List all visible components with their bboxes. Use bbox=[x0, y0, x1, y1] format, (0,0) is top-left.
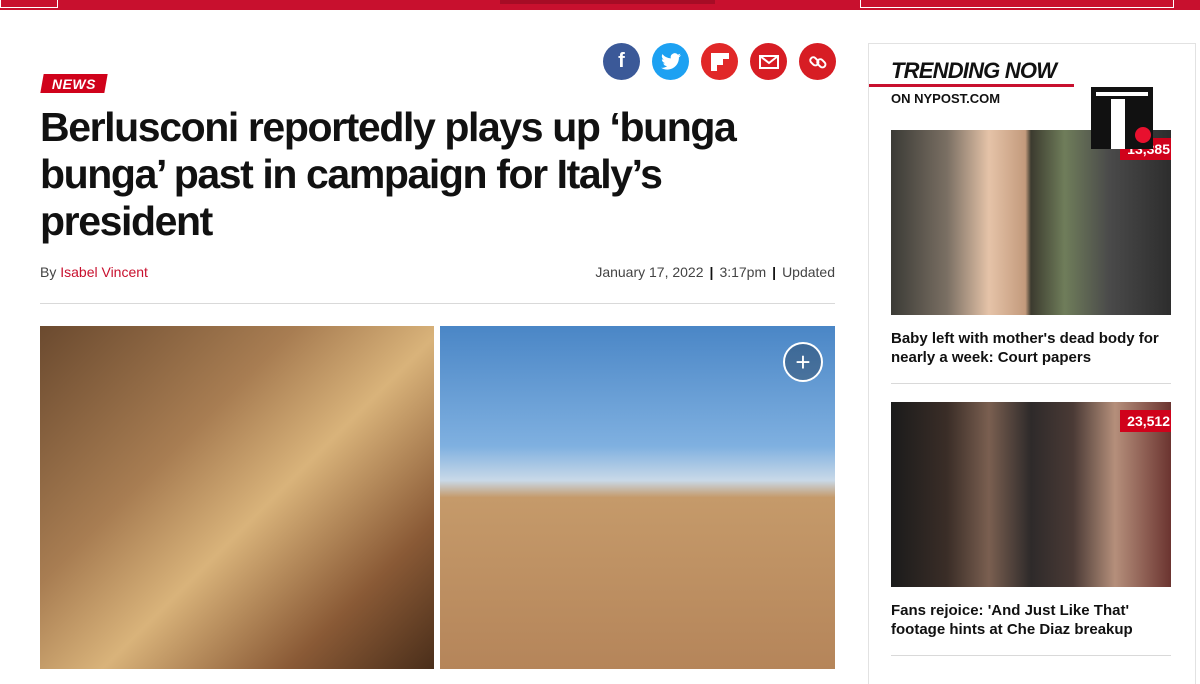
trending-card-title[interactable]: Baby left with mother's dead body for ne… bbox=[891, 329, 1171, 367]
hero-image-woman[interactable] bbox=[40, 326, 434, 669]
top-left-button[interactable] bbox=[0, 0, 58, 8]
dateline: January 17, 2022 | 3:17pm | Updated bbox=[595, 264, 835, 280]
flipboard-icon[interactable] bbox=[701, 43, 738, 80]
publish-time: 3:17pm bbox=[719, 264, 767, 280]
time-separator: | bbox=[772, 264, 777, 280]
top-search-box[interactable] bbox=[860, 0, 1174, 8]
trending-card-image[interactable]: 13,385 bbox=[891, 130, 1171, 315]
plus-icon: + bbox=[795, 347, 811, 377]
publish-date: January 17, 2022 bbox=[595, 264, 704, 280]
trending-subtitle: ON NYPOST.COM bbox=[891, 91, 1001, 106]
envelope-glyph bbox=[758, 54, 779, 69]
card-divider bbox=[891, 655, 1171, 656]
chain-link-glyph bbox=[808, 55, 826, 68]
category-label: NEWS bbox=[51, 76, 96, 92]
trending-underline bbox=[869, 84, 1074, 87]
updated-toggle[interactable]: Updated bbox=[782, 264, 835, 280]
share-bar: f bbox=[603, 43, 836, 80]
trending-card[interactable]: 13,385 Baby left with mother's dead body… bbox=[891, 130, 1171, 384]
byline: By Isabel Vincent bbox=[40, 264, 148, 280]
article-headline: Berlusconi reportedly plays up ‘bunga bu… bbox=[40, 104, 737, 244]
expand-gallery-button[interactable]: + bbox=[783, 342, 823, 382]
date-separator: | bbox=[709, 264, 714, 280]
top-center-banner bbox=[500, 0, 715, 4]
author-link[interactable]: Isabel Vincent bbox=[60, 264, 148, 280]
category-badge[interactable]: NEWS bbox=[40, 74, 108, 93]
t-logo-dot bbox=[1135, 127, 1151, 143]
trending-card[interactable]: 23,512 Fans rejoice: 'And Just Like That… bbox=[891, 402, 1171, 656]
t-logo-icon bbox=[1091, 87, 1153, 149]
flipboard-glyph bbox=[710, 52, 729, 71]
card-divider bbox=[891, 383, 1171, 384]
t-logo-stem bbox=[1111, 99, 1125, 149]
facebook-icon[interactable]: f bbox=[603, 43, 640, 80]
facebook-glyph: f bbox=[618, 50, 625, 72]
link-icon[interactable] bbox=[799, 43, 836, 80]
trending-card-title[interactable]: Fans rejoice: 'And Just Like That' foota… bbox=[891, 601, 1171, 639]
trending-title: TRENDING NOW bbox=[891, 58, 1057, 83]
top-nav-bar bbox=[0, 0, 1200, 10]
trending-sidebar: TRENDING NOW ON NYPOST.COM 13,385 Baby l… bbox=[868, 43, 1196, 684]
hero-image-berlusconi[interactable]: + bbox=[440, 326, 835, 669]
byline-prefix: By bbox=[40, 264, 57, 280]
trending-card-image[interactable]: 23,512 bbox=[891, 402, 1171, 587]
email-icon[interactable] bbox=[750, 43, 787, 80]
twitter-bird-icon bbox=[660, 53, 681, 70]
twitter-icon[interactable] bbox=[652, 43, 689, 80]
divider bbox=[40, 303, 835, 304]
view-count-badge: 23,512 bbox=[1120, 410, 1171, 432]
